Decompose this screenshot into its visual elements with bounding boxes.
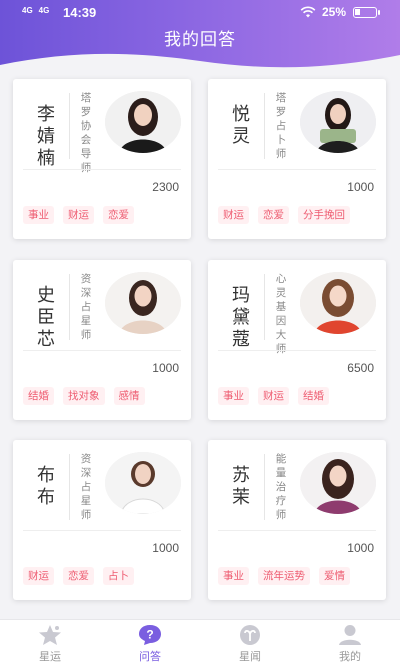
aries-icon bbox=[240, 625, 260, 645]
expert-name: 苏茉 bbox=[232, 465, 250, 507]
divider bbox=[264, 454, 265, 520]
tag[interactable]: 结婚 bbox=[298, 387, 329, 405]
tag-list: 财运 恋爱 占卜 bbox=[23, 567, 134, 585]
avatar bbox=[300, 91, 376, 153]
expert-card[interactable]: 玛黛蔻 心灵基因大师 6500 事业 财运 结婚 bbox=[208, 260, 386, 420]
question-bubble-icon: ? bbox=[139, 625, 161, 645]
tag[interactable]: 感情 bbox=[113, 387, 145, 405]
signal-1: 4G bbox=[22, 6, 33, 15]
tag-list: 事业 财运 恋爱 bbox=[23, 206, 134, 224]
tag[interactable]: 找对象 bbox=[63, 387, 105, 405]
expert-title: 能量治疗师 bbox=[275, 453, 287, 521]
expert-title: 心灵基因大师 bbox=[275, 273, 287, 355]
divider bbox=[218, 530, 376, 531]
expert-title: 塔罗占卜师 bbox=[275, 92, 287, 160]
divider bbox=[23, 530, 181, 531]
battery-icon bbox=[353, 7, 380, 18]
avatar bbox=[105, 91, 181, 153]
tag[interactable]: 财运 bbox=[258, 387, 289, 405]
tag[interactable]: 恋爱 bbox=[258, 206, 289, 224]
tag[interactable]: 事业 bbox=[218, 567, 249, 585]
tag-list: 财运 恋爱 分手挽回 bbox=[218, 206, 350, 224]
answer-count: 1000 bbox=[347, 180, 374, 194]
bottom-tab-bar: 星运 ? 问答 星闻 我的 bbox=[0, 619, 400, 666]
avatar bbox=[105, 272, 181, 334]
svg-text:?: ? bbox=[146, 628, 153, 642]
expert-name: 李婧楠 bbox=[37, 104, 55, 168]
tag[interactable]: 事业 bbox=[218, 387, 249, 405]
tab-wenda[interactable]: ? 问答 bbox=[120, 624, 180, 664]
expert-name: 悦灵 bbox=[232, 104, 250, 146]
divider bbox=[264, 274, 265, 340]
expert-card[interactable]: 布布 资深占星师 1000 财运 恋爱 占卜 bbox=[13, 440, 191, 600]
tag[interactable]: 爱情 bbox=[319, 567, 350, 585]
avatar bbox=[300, 272, 376, 334]
status-bar: 4G 4G 14:39 25% bbox=[0, 5, 400, 20]
expert-title: 塔罗协会导师 bbox=[80, 92, 92, 174]
divider bbox=[23, 169, 181, 170]
expert-title: 资深占星师 bbox=[80, 273, 92, 341]
star-icon bbox=[39, 625, 61, 645]
tab-label: 星运 bbox=[39, 651, 61, 663]
expert-card[interactable]: 史臣芯 资深占星师 1000 结婚 找对象 感情 bbox=[13, 260, 191, 420]
tag[interactable]: 结婚 bbox=[23, 387, 54, 405]
avatar bbox=[300, 452, 376, 514]
header-wave bbox=[0, 53, 400, 72]
app-header: 4G 4G 14:39 25% 我的回答 bbox=[0, 0, 400, 72]
avatar bbox=[105, 452, 181, 514]
tag-list: 事业 流年运势 爱情 bbox=[218, 567, 350, 585]
divider bbox=[264, 93, 265, 159]
answer-count: 1000 bbox=[347, 541, 374, 555]
network-indicator: 4G 4G bbox=[22, 6, 55, 15]
tag-list: 结婚 找对象 感情 bbox=[23, 387, 145, 405]
divider bbox=[218, 169, 376, 170]
divider bbox=[69, 454, 70, 520]
answer-count: 1000 bbox=[152, 361, 179, 375]
tab-xingyun[interactable]: 星运 bbox=[20, 624, 80, 664]
divider bbox=[23, 350, 181, 351]
tab-label: 星闻 bbox=[239, 651, 261, 663]
expert-name: 玛黛蔻 bbox=[232, 285, 250, 349]
tag[interactable]: 恋爱 bbox=[103, 206, 134, 224]
tag-list: 事业 财运 结婚 bbox=[218, 387, 329, 405]
answer-count: 6500 bbox=[347, 361, 374, 375]
tab-label: 问答 bbox=[139, 651, 161, 663]
battery-percent: 25% bbox=[322, 5, 347, 19]
tag[interactable]: 财运 bbox=[23, 567, 54, 585]
answer-count: 2300 bbox=[152, 180, 179, 194]
tag[interactable]: 事业 bbox=[23, 206, 54, 224]
expert-title: 资深占星师 bbox=[80, 453, 92, 521]
divider bbox=[69, 93, 70, 159]
tab-label: 我的 bbox=[339, 651, 361, 663]
divider bbox=[218, 350, 376, 351]
answer-count: 1000 bbox=[152, 541, 179, 555]
user-icon bbox=[339, 625, 361, 645]
status-time: 14:39 bbox=[63, 5, 97, 20]
tag[interactable]: 占卜 bbox=[103, 567, 134, 585]
tag[interactable]: 恋爱 bbox=[63, 567, 94, 585]
wifi-icon bbox=[300, 6, 316, 18]
tag[interactable]: 财运 bbox=[63, 206, 94, 224]
expert-card[interactable]: 李婧楠 塔罗协会导师 2300 事业 财运 恋爱 bbox=[13, 79, 191, 239]
expert-name: 布布 bbox=[37, 465, 55, 507]
tab-wode[interactable]: 我的 bbox=[320, 624, 380, 664]
tag[interactable]: 财运 bbox=[218, 206, 249, 224]
tab-xingwen[interactable]: 星闻 bbox=[220, 624, 280, 664]
expert-card[interactable]: 悦灵 塔罗占卜师 1000 财运 恋爱 分手挽回 bbox=[208, 79, 386, 239]
tag[interactable]: 流年运势 bbox=[258, 567, 310, 585]
expert-card[interactable]: 苏茉 能量治疗师 1000 事业 流年运势 爱情 bbox=[208, 440, 386, 600]
tag[interactable]: 分手挽回 bbox=[298, 206, 350, 224]
divider bbox=[69, 274, 70, 340]
expert-name: 史臣芯 bbox=[37, 285, 55, 349]
signal-2: 4G bbox=[38, 6, 50, 15]
